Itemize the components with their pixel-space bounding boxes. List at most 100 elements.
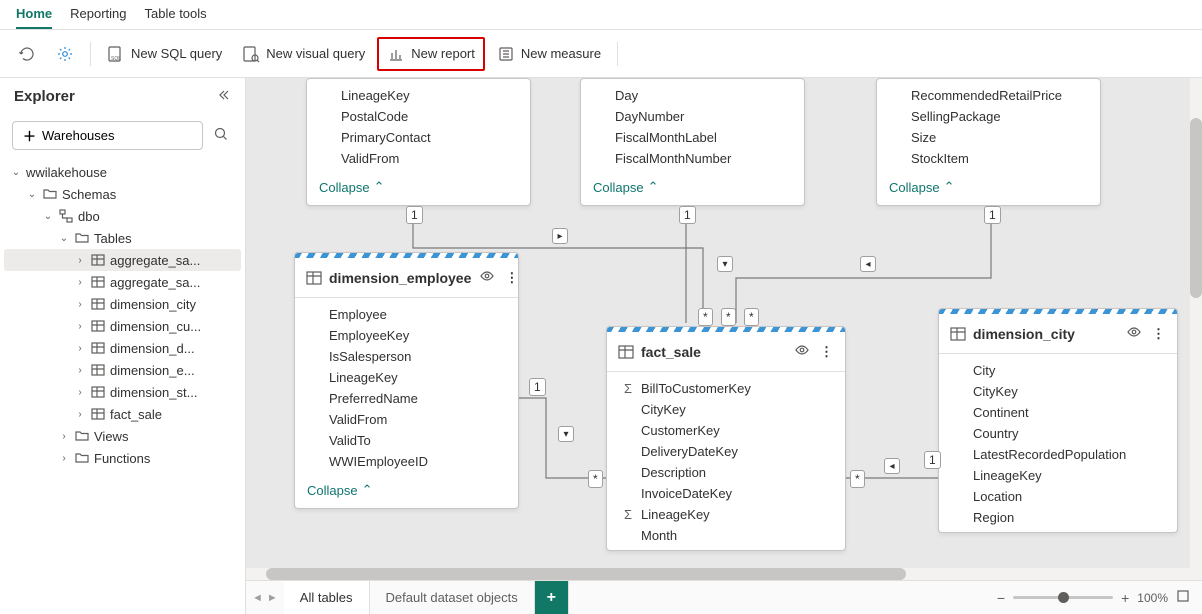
bottom-tab-default-dataset[interactable]: Default dataset objects: [370, 581, 535, 614]
new-report-button[interactable]: New report: [379, 41, 483, 67]
field-row[interactable]: PrimaryContact: [307, 127, 530, 148]
tree-table-item[interactable]: ›aggregate_sa...: [4, 249, 241, 271]
field-row[interactable]: LineageKey: [307, 85, 530, 106]
search-button[interactable]: [209, 122, 233, 149]
refresh-button[interactable]: [10, 41, 44, 67]
table-card[interactable]: Day DayNumber FiscalMonthLabelFiscalMonthN…: [580, 78, 805, 206]
tab-nav-next[interactable]: ►: [267, 592, 278, 604]
tree-views[interactable]: › Views: [4, 425, 241, 447]
new-sql-query-button[interactable]: SQL New SQL query: [99, 41, 230, 67]
more-icon[interactable]: ⋮: [818, 342, 835, 362]
measure-icon: [497, 45, 515, 63]
collapse-explorer-button[interactable]: [217, 88, 231, 105]
zoom-thumb[interactable]: [1058, 592, 1069, 603]
more-icon[interactable]: ⋮: [1150, 324, 1167, 344]
field-row[interactable]: IsSalesperson: [295, 346, 518, 367]
field-row[interactable]: ValidFrom: [307, 148, 530, 169]
visibility-icon[interactable]: [1124, 322, 1144, 345]
field-label: LineageKey: [973, 468, 1042, 483]
field-row[interactable]: City: [939, 360, 1177, 381]
zoom-fit-button[interactable]: [1176, 589, 1190, 606]
table-card[interactable]: RecommendedRetailPriceSellingPackageSize…: [876, 78, 1101, 206]
tab-nav-prev[interactable]: ◄: [252, 592, 263, 604]
field-row[interactable]: LineageKey: [939, 465, 1177, 486]
tree-table-item[interactable]: ›dimension_cu...: [4, 315, 241, 337]
field-row[interactable]: WWIEmployeeID: [295, 451, 518, 472]
tree-table-item[interactable]: ›fact_sale: [4, 403, 241, 425]
field-row[interactable]: DayNumber: [581, 106, 804, 127]
field-label: LatestRecordedPopulation: [973, 447, 1126, 462]
field-row[interactable]: Country: [939, 423, 1177, 444]
visibility-icon[interactable]: [792, 340, 812, 363]
scrollbar-thumb[interactable]: [1190, 118, 1202, 298]
field-label: DayNumber: [615, 109, 684, 124]
new-sql-query-label: New SQL query: [131, 46, 222, 61]
field-row[interactable]: FiscalMonthLabel: [581, 127, 804, 148]
scrollbar-thumb[interactable]: [266, 568, 906, 580]
collapse-link[interactable]: Collapse⌃: [307, 173, 530, 205]
field-row[interactable]: ΣLineageKey: [607, 504, 845, 525]
horizontal-scrollbar[interactable]: [246, 568, 1202, 580]
field-row[interactable]: FiscalMonthNumber: [581, 148, 804, 169]
field-row[interactable]: LatestRecordedPopulation: [939, 444, 1177, 465]
zoom-out-button[interactable]: −: [997, 590, 1005, 606]
tree-table-item[interactable]: ›dimension_e...: [4, 359, 241, 381]
field-row[interactable]: ValidTo: [295, 430, 518, 451]
tab-home[interactable]: Home: [16, 6, 52, 29]
field-row[interactable]: Employee: [295, 304, 518, 325]
field-row[interactable]: Month: [607, 525, 845, 546]
chevron-right-icon: ›: [74, 299, 86, 310]
field-row[interactable]: PreferredName: [295, 388, 518, 409]
field-row[interactable]: RecommendedRetailPrice: [877, 85, 1100, 106]
more-icon[interactable]: ⋮: [503, 268, 519, 288]
tree-table-item[interactable]: ›dimension_d...: [4, 337, 241, 359]
field-row[interactable]: Size: [877, 127, 1100, 148]
table-card-dimension-city[interactable]: dimension_city ⋮ CityCityKeyContinentCou…: [938, 308, 1178, 533]
tree-functions[interactable]: › Functions: [4, 447, 241, 469]
warehouses-button[interactable]: ＋ Warehouses: [12, 121, 203, 150]
field-row[interactable]: CustomerKey: [607, 420, 845, 441]
tree-table-item[interactable]: ›aggregate_sa...: [4, 271, 241, 293]
field-row[interactable]: Region: [939, 507, 1177, 528]
field-row[interactable]: ValidFrom: [295, 409, 518, 430]
add-tab-button[interactable]: +: [535, 581, 569, 614]
field-row[interactable]: LineageKey: [295, 367, 518, 388]
table-card-dimension-employee[interactable]: dimension_employee ⋮ EmployeeEmployeeKey…: [294, 252, 519, 509]
tab-reporting[interactable]: Reporting: [70, 6, 126, 29]
new-visual-query-button[interactable]: New visual query: [234, 41, 373, 67]
tab-table-tools[interactable]: Table tools: [145, 6, 207, 29]
new-measure-button[interactable]: New measure: [489, 41, 609, 67]
field-row[interactable]: StockItem: [877, 148, 1100, 169]
tree-table-item[interactable]: ›dimension_city: [4, 293, 241, 315]
field-row[interactable]: CityKey: [939, 381, 1177, 402]
field-row[interactable]: CityKey: [607, 399, 845, 420]
table-card-fact-sale[interactable]: fact_sale ⋮ ΣBillToCustomerKeyCityKeyCus…: [606, 326, 846, 551]
field-row[interactable]: DeliveryDateKey: [607, 441, 845, 462]
field-row[interactable]: ΣBillToCustomerKey: [607, 378, 845, 399]
collapse-link[interactable]: Collapse⌃: [877, 173, 1100, 205]
collapse-link[interactable]: Collapse⌃: [581, 173, 804, 205]
svg-text:SQL: SQL: [111, 56, 121, 62]
tree-table-item[interactable]: ›dimension_st...: [4, 381, 241, 403]
tree-tables[interactable]: ⌄ Tables: [4, 227, 241, 249]
collapse-link[interactable]: Collapse⌃: [295, 476, 518, 508]
arrow-icon: ▾: [717, 256, 733, 272]
tree-schemas[interactable]: ⌄ Schemas: [4, 183, 241, 205]
tree-dbo[interactable]: ⌄ dbo: [4, 205, 241, 227]
field-row[interactable]: Location: [939, 486, 1177, 507]
field-row[interactable]: Description: [607, 462, 845, 483]
table-card[interactable]: LineageKeyPostalCodePrimaryContactValidF…: [306, 78, 531, 206]
field-row[interactable]: Day: [581, 85, 804, 106]
zoom-slider[interactable]: [1013, 596, 1113, 599]
field-row[interactable]: InvoiceDateKey: [607, 483, 845, 504]
vertical-scrollbar[interactable]: [1190, 78, 1202, 568]
field-row[interactable]: EmployeeKey: [295, 325, 518, 346]
field-row[interactable]: SellingPackage: [877, 106, 1100, 127]
tree-root[interactable]: ⌄ wwilakehouse: [4, 162, 241, 183]
field-row[interactable]: Continent: [939, 402, 1177, 423]
field-row[interactable]: PostalCode: [307, 106, 530, 127]
visibility-icon[interactable]: [477, 266, 497, 289]
bottom-tab-all-tables[interactable]: All tables: [284, 581, 370, 614]
settings-button[interactable]: [48, 41, 82, 67]
zoom-in-button[interactable]: +: [1121, 590, 1129, 606]
